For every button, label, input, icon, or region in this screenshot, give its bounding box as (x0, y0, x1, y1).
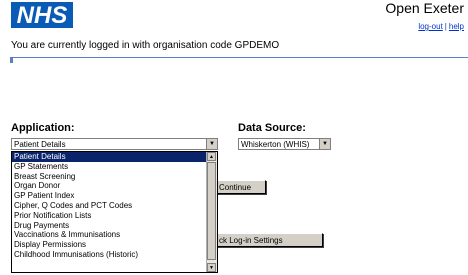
app-title: Open Exeter (385, 0, 464, 16)
chevron-down-icon[interactable]: ▼ (206, 139, 217, 149)
dropdown-option[interactable]: Cipher, Q Codes and PCT Codes (12, 201, 207, 211)
log-in-settings-button[interactable]: ck Log-in Settings (214, 233, 323, 247)
dropdown-option[interactable]: Patient Details (12, 152, 207, 162)
dropdown-option[interactable]: Organ Donor (12, 181, 207, 191)
nhs-logo: NHS (11, 2, 73, 29)
logout-link[interactable]: log-out (418, 22, 442, 31)
chevron-down-icon[interactable]: ▼ (207, 263, 216, 272)
chevron-down-icon[interactable]: ▼ (319, 139, 330, 149)
chevron-up-icon[interactable]: ▲ (207, 152, 216, 161)
application-select-value: Patient Details (14, 140, 66, 149)
header-divider (10, 57, 468, 58)
dropdown-option[interactable]: Breast Screening (12, 172, 207, 182)
dropdown-option[interactable]: GP Patient Index (12, 191, 207, 201)
dropdown-scrollbar[interactable]: ▲ ▼ (206, 152, 217, 272)
scroll-thumb[interactable] (207, 162, 216, 260)
dropdown-option[interactable]: Vaccinations & Immunisations (12, 230, 207, 240)
data-source-label: Data Source: (238, 122, 306, 134)
login-status: You are currently logged in with organis… (11, 40, 280, 51)
application-dropdown-list[interactable]: Patient Details GP Statements Breast Scree… (11, 151, 218, 273)
continue-button[interactable]: Continue (214, 180, 266, 194)
application-select[interactable]: Patient Details ▼ (11, 138, 218, 150)
data-source-select[interactable]: Whiskerton (WHIS) ▼ (238, 138, 331, 150)
dropdown-option[interactable]: Display Permissions (12, 240, 207, 250)
dropdown-option[interactable]: Prior Notification Lists (12, 211, 207, 221)
application-label: Application: (11, 122, 75, 134)
dropdown-option[interactable]: Drug Payments (12, 221, 207, 231)
help-link[interactable]: help (449, 22, 464, 31)
data-source-select-value: Whiskerton (WHIS) (241, 140, 310, 149)
dropdown-items: Patient Details GP Statements Breast Scree… (12, 152, 207, 272)
header-links: log-out | help (418, 22, 464, 31)
dropdown-option[interactable]: GP Statements (12, 162, 207, 172)
dropdown-option[interactable]: Childhood Immunisations (Historic) (12, 250, 207, 260)
divider-tick (10, 58, 13, 63)
